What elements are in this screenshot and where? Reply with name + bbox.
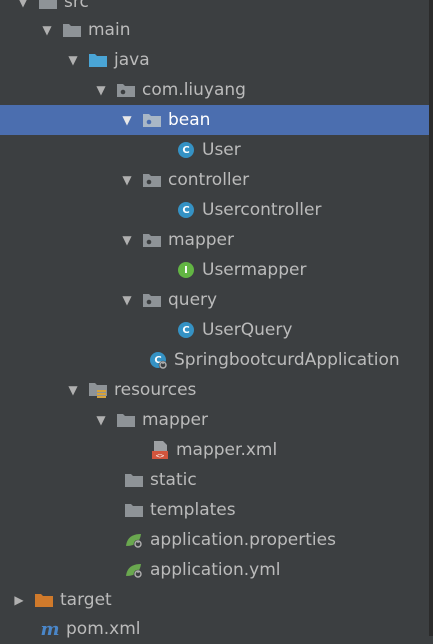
expand-arrow-icon[interactable]: ▼ xyxy=(120,233,134,247)
tree-node-label: application.properties xyxy=(150,530,336,550)
expand-arrow-icon[interactable]: ▼ xyxy=(120,113,134,127)
folder-icon xyxy=(116,411,136,429)
tree-node-label: Usercontroller xyxy=(202,200,322,220)
tree-node-label: User xyxy=(202,140,241,160)
tree-node-label: static xyxy=(150,470,197,490)
excluded-folder-icon xyxy=(34,591,54,609)
spring-boot-class-icon: C xyxy=(148,351,168,370)
package-icon xyxy=(142,231,162,249)
tree-node-label: mapper.xml xyxy=(176,440,278,460)
class-icon: C xyxy=(176,141,196,159)
xml-file-icon: <> xyxy=(150,441,170,460)
tree-node-templates[interactable]: templates xyxy=(0,495,429,525)
tree-node-label: mapper xyxy=(168,230,235,250)
package-icon xyxy=(142,111,162,129)
tree-node-pom-xml[interactable]: m pom.xml xyxy=(0,614,429,644)
folder-icon xyxy=(38,0,58,11)
expand-arrow-icon[interactable]: ▼ xyxy=(16,0,30,9)
tree-node-label: Usermapper xyxy=(202,260,307,280)
resources-folder-icon xyxy=(88,381,108,399)
tree-node-userquery[interactable]: C UserQuery xyxy=(0,315,429,345)
package-icon xyxy=(142,291,162,309)
tree-node-label: query xyxy=(168,290,218,310)
tree-node-label: controller xyxy=(168,170,250,190)
tree-node-static[interactable]: static xyxy=(0,465,429,495)
tree-node-application-yml[interactable]: application.yml xyxy=(0,555,429,585)
expand-arrow-icon[interactable]: ▼ xyxy=(94,83,108,97)
expand-arrow-icon[interactable]: ▼ xyxy=(66,53,80,67)
tree-node-mapper-folder[interactable]: ▼ mapper xyxy=(0,405,429,435)
class-icon: C xyxy=(176,321,196,339)
tree-node-label: application.yml xyxy=(150,560,281,580)
tree-node-com-liuyang[interactable]: ▼ com.liuyang xyxy=(0,75,429,105)
spring-config-icon xyxy=(124,531,144,549)
tree-node-label: mapper xyxy=(142,410,209,430)
spring-config-icon xyxy=(124,561,144,579)
svg-text:<>: <> xyxy=(156,452,164,460)
tree-node-query[interactable]: ▼ query xyxy=(0,285,429,315)
tree-node-label: target xyxy=(60,590,112,610)
tree-node-resources[interactable]: ▼ resources xyxy=(0,375,429,405)
folder-icon xyxy=(124,501,144,519)
tree-node-controller[interactable]: ▼ controller xyxy=(0,165,429,195)
tree-node-label: pom.xml xyxy=(66,619,141,639)
expand-arrow-icon[interactable]: ▼ xyxy=(120,293,134,307)
folder-icon xyxy=(124,471,144,489)
tree-node-label: UserQuery xyxy=(202,320,293,340)
tree-node-application-properties[interactable]: application.properties xyxy=(0,525,429,555)
tree-node-label: java xyxy=(114,50,150,70)
tree-node-mapper-xml[interactable]: <> mapper.xml xyxy=(0,435,429,465)
class-icon: C xyxy=(176,201,196,219)
expand-arrow-icon[interactable]: ▼ xyxy=(66,383,80,397)
package-icon xyxy=(142,171,162,189)
tree-node-main[interactable]: ▼ main xyxy=(0,15,429,45)
collapse-arrow-icon[interactable]: ▶ xyxy=(12,593,26,607)
tree-node-java[interactable]: ▼ java xyxy=(0,45,429,75)
tree-node-usermapper[interactable]: I Usermapper xyxy=(0,255,429,285)
tree-node-target[interactable]: ▶ target xyxy=(0,585,429,615)
tree-node-user[interactable]: C User xyxy=(0,135,429,165)
tree-node-label: com.liuyang xyxy=(142,80,246,100)
scrollbar-track[interactable] xyxy=(429,0,433,636)
tree-node-bean[interactable]: ▼ bean xyxy=(0,105,429,135)
expand-arrow-icon[interactable]: ▼ xyxy=(40,23,54,37)
package-icon xyxy=(116,81,136,99)
folder-icon xyxy=(62,21,82,39)
tree-node-label: main xyxy=(88,20,131,40)
source-folder-icon xyxy=(88,51,108,69)
expand-arrow-icon[interactable]: ▼ xyxy=(94,413,108,427)
tree-node-springbootcurdapplication[interactable]: C SpringbootcurdApplication xyxy=(0,345,429,375)
tree-node-label: resources xyxy=(114,380,197,400)
tree-node-label: bean xyxy=(168,110,211,130)
tree-node-label: templates xyxy=(150,500,236,520)
interface-icon: I xyxy=(176,261,196,279)
expand-arrow-icon[interactable]: ▼ xyxy=(120,173,134,187)
maven-icon: m xyxy=(40,618,60,640)
tree-node-mapper-package[interactable]: ▼ mapper xyxy=(0,225,429,255)
tree-node-label: SpringbootcurdApplication xyxy=(174,350,400,370)
tree-node-usercontroller[interactable]: C Usercontroller xyxy=(0,195,429,225)
